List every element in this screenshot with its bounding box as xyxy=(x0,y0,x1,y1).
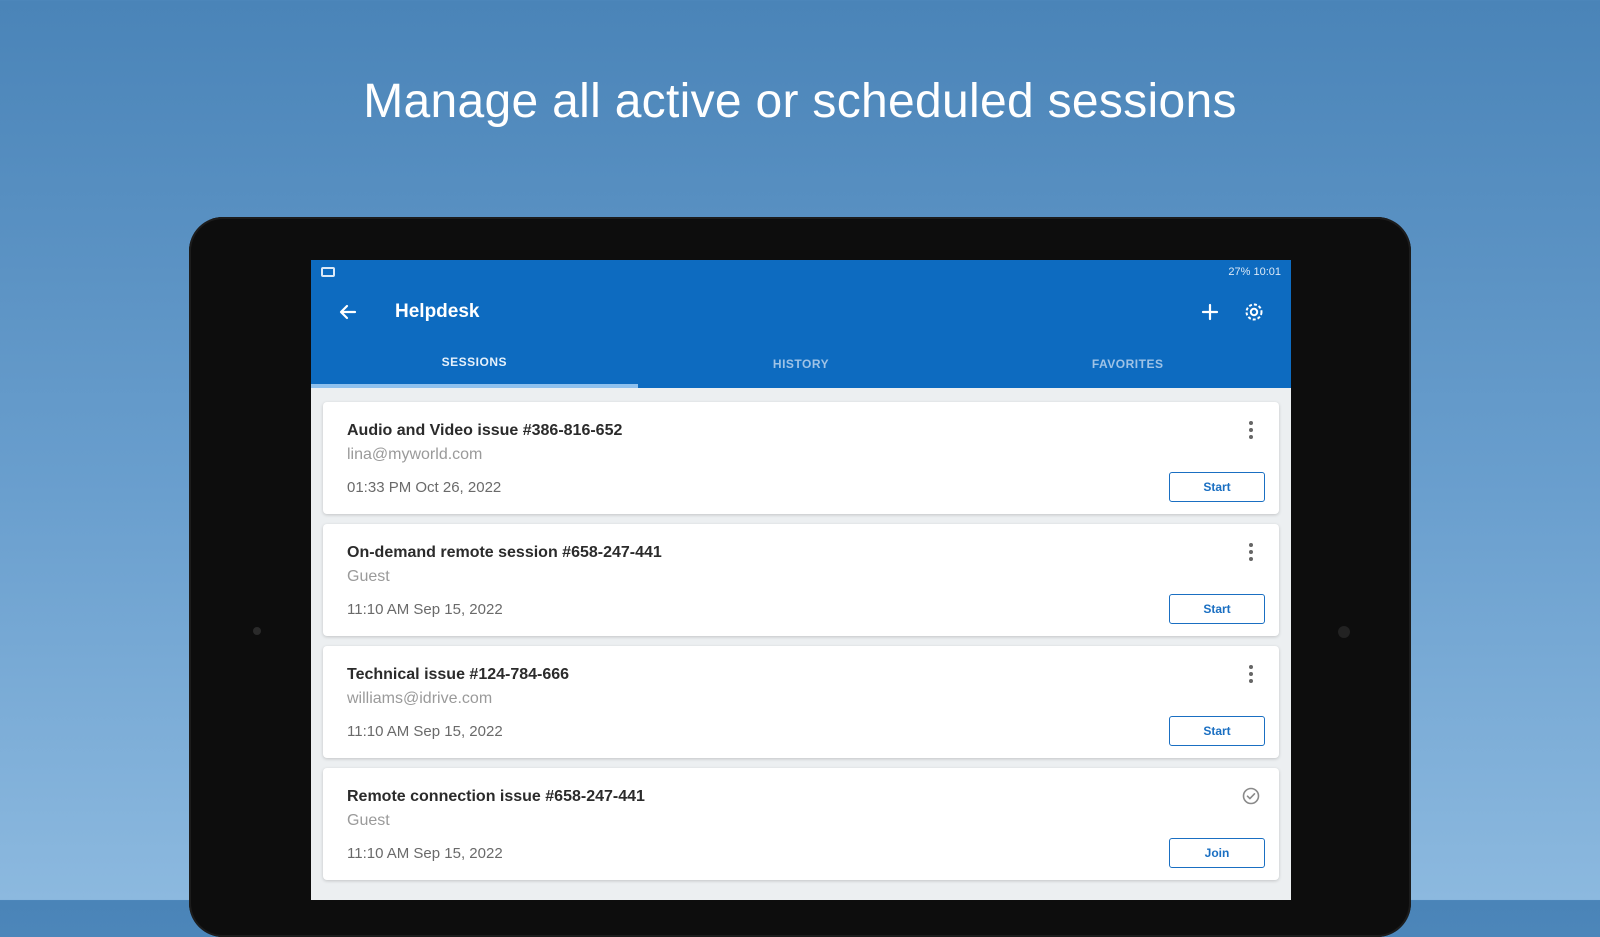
session-card[interactable]: Remote connection issue #658-247-441 Gue… xyxy=(323,768,1279,880)
status-bar: 27% 10:01 xyxy=(311,260,1291,284)
tablet-sensor xyxy=(253,627,261,635)
session-user: Guest xyxy=(347,568,390,585)
app-screen: 27% 10:01 Helpdesk SESSIONS HISTORY FAVO… xyxy=(311,260,1291,900)
start-button[interactable]: Start xyxy=(1169,594,1265,624)
app-bar: Helpdesk xyxy=(311,284,1291,340)
session-title: Audio and Video issue #386-816-652 xyxy=(347,422,623,439)
more-vertical-icon[interactable] xyxy=(1241,662,1261,686)
session-user: lina@myworld.com xyxy=(347,446,483,463)
session-list: Audio and Video issue #386-816-652 lina@… xyxy=(311,388,1291,880)
more-vertical-icon[interactable] xyxy=(1241,540,1261,564)
tablet-camera xyxy=(1338,626,1350,638)
gear-icon[interactable] xyxy=(1239,297,1269,327)
session-user: Guest xyxy=(347,812,390,829)
more-vertical-icon[interactable] xyxy=(1241,418,1261,442)
status-info: 27% 10:01 xyxy=(1228,266,1281,278)
session-card[interactable]: On-demand remote session #658-247-441 Gu… xyxy=(323,524,1279,636)
plus-icon[interactable] xyxy=(1195,297,1225,327)
page-title: Helpdesk xyxy=(395,301,480,322)
session-title: Remote connection issue #658-247-441 xyxy=(347,788,645,805)
session-card[interactable]: Technical issue #124-784-666 williams@id… xyxy=(323,646,1279,758)
check-circle-icon[interactable] xyxy=(1241,784,1261,808)
tab-favorites[interactable]: FAVORITES xyxy=(964,340,1291,388)
session-title: Technical issue #124-784-666 xyxy=(347,666,570,683)
join-button[interactable]: Join xyxy=(1169,838,1265,868)
tab-bar: SESSIONS HISTORY FAVORITES xyxy=(311,340,1291,388)
session-title: On-demand remote session #658-247-441 xyxy=(347,544,662,561)
notification-icon xyxy=(321,267,335,277)
tab-sessions[interactable]: SESSIONS xyxy=(311,340,638,388)
session-time: 11:10 AM Sep 15, 2022 xyxy=(347,601,503,618)
session-time: 11:10 AM Sep 15, 2022 xyxy=(347,845,503,862)
headline: Manage all active or scheduled sessions xyxy=(363,75,1237,128)
session-time: 01:33 PM Oct 26, 2022 xyxy=(347,479,502,496)
session-card[interactable]: Audio and Video issue #386-816-652 lina@… xyxy=(323,402,1279,514)
start-button[interactable]: Start xyxy=(1169,472,1265,502)
arrow-left-icon[interactable] xyxy=(333,297,363,327)
start-button[interactable]: Start xyxy=(1169,716,1265,746)
session-time: 11:10 AM Sep 15, 2022 xyxy=(347,723,503,740)
tab-history[interactable]: HISTORY xyxy=(638,340,965,388)
session-user: williams@idrive.com xyxy=(347,690,493,707)
